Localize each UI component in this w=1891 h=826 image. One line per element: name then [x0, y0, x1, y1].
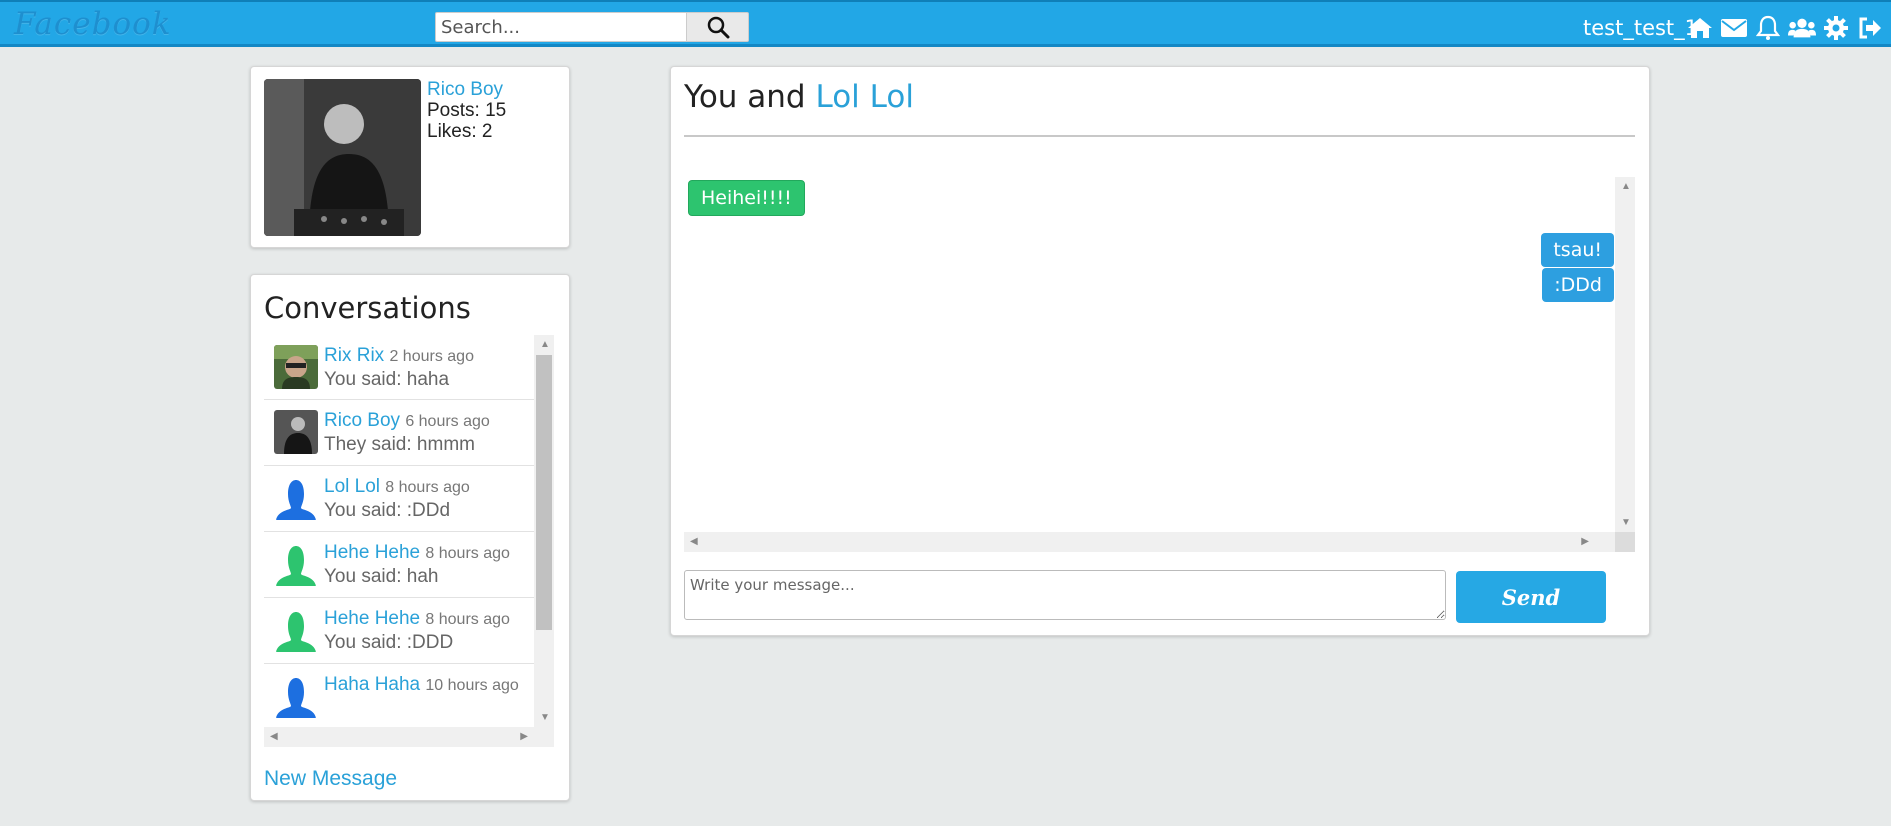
conversation-header: Lol Lol 8 hours ago	[324, 476, 470, 498]
envelope-icon[interactable]	[1720, 14, 1748, 42]
brand-logo[interactable]: Facebook	[14, 6, 172, 42]
incoming-message-bubble: Heihei!!!!	[688, 180, 805, 216]
scroll-corner	[1615, 532, 1635, 552]
profile-likes: Likes: 2	[427, 121, 493, 142]
scroll-up-arrow[interactable]: ▲	[540, 339, 550, 350]
conversations-card: Conversations Rix Rix 2 hours ago You sai…	[250, 274, 570, 801]
conversation-list[interactable]: Rix Rix 2 hours ago You said: haha Rico Bo…	[264, 335, 554, 747]
conversation-last-message: You said: hah	[324, 566, 439, 587]
conversation-time: 8 hours ago	[385, 479, 470, 496]
scroll-left-arrow[interactable]: ◀	[270, 731, 278, 742]
search-bar	[435, 12, 749, 42]
scroll-down-arrow[interactable]: ▼	[1621, 517, 1631, 528]
chat-title-prefix: You and	[684, 79, 806, 115]
avatar[interactable]	[274, 674, 318, 718]
conversation-item[interactable]: Rico Boy 6 hours ago They said: hmmm	[264, 400, 534, 466]
conversation-item[interactable]: Hehe Hehe 8 hours ago You said: :DDD	[264, 598, 534, 664]
conversation-last-message: They said: hmmm	[324, 434, 475, 455]
conversation-time: 8 hours ago	[425, 611, 510, 628]
message-area-hscroll[interactable]: ◀ ▶	[684, 532, 1615, 552]
scroll-right-arrow[interactable]: ▶	[1581, 536, 1589, 547]
profile-name[interactable]: Rico Boy	[427, 79, 506, 100]
conversation-name[interactable]: Rix Rix	[324, 345, 384, 366]
avatar[interactable]	[274, 608, 318, 652]
search-input[interactable]	[435, 12, 687, 42]
conversation-name[interactable]: Hehe Hehe	[324, 608, 420, 629]
conversation-header: Rico Boy 6 hours ago	[324, 410, 490, 432]
conversation-last-message: You said: haha	[324, 369, 450, 390]
conversation-time: 2 hours ago	[389, 348, 474, 365]
conversation-header: Hehe Hehe 8 hours ago	[324, 608, 510, 630]
scroll-thumb[interactable]	[536, 355, 552, 630]
outgoing-message-bubble: tsau!	[1541, 233, 1614, 267]
avatar[interactable]	[274, 410, 318, 454]
top-navbar: Facebook test_test_1	[0, 0, 1891, 47]
message-input[interactable]	[684, 570, 1446, 620]
chat-partner-name[interactable]: Lol Lol	[815, 79, 913, 115]
conversation-item[interactable]: Hehe Hehe 8 hours ago You said: hah	[264, 532, 534, 598]
profile-photo[interactable]	[264, 79, 421, 236]
chat-divider	[684, 135, 1635, 137]
conversation-name[interactable]: Hehe Hehe	[324, 542, 420, 563]
conversation-header: Rix Rix 2 hours ago	[324, 345, 474, 367]
profile-info: Rico Boy Posts: 15 Likes: 2	[427, 79, 506, 142]
conversation-name[interactable]: Lol Lol	[324, 476, 380, 497]
conversation-header: Hehe Hehe 8 hours ago	[324, 542, 510, 564]
conversation-item[interactable]: Rix Rix 2 hours ago You said: haha	[264, 335, 534, 400]
bell-icon[interactable]	[1754, 14, 1782, 42]
scroll-up-arrow[interactable]: ▲	[1621, 181, 1631, 192]
conversation-list-vscroll[interactable]: ▲ ▼	[534, 335, 554, 727]
conversation-time: 6 hours ago	[405, 413, 490, 430]
conversation-time: 10 hours ago	[425, 677, 519, 694]
conversation-last-message: You said: :DDd	[324, 500, 451, 521]
gear-icon[interactable]	[1822, 14, 1850, 42]
avatar[interactable]	[274, 476, 318, 520]
conversation-last-message: You said: :DDD	[324, 632, 454, 653]
conversation-item[interactable]: Haha Haha 10 hours ago	[264, 664, 534, 730]
chat-title: You and Lol Lol	[684, 79, 914, 115]
message-area-vscroll[interactable]: ▲ ▼	[1615, 177, 1635, 532]
conversation-header: Haha Haha 10 hours ago	[324, 674, 519, 696]
conversation-name[interactable]: Haha Haha	[324, 674, 420, 695]
search-button[interactable]	[687, 12, 749, 42]
outgoing-message-bubble: :DDd	[1542, 268, 1614, 302]
nav-icons	[1686, 14, 1884, 42]
conversation-name[interactable]: Rico Boy	[324, 410, 400, 431]
conversation-time: 8 hours ago	[425, 545, 510, 562]
scroll-down-arrow[interactable]: ▼	[540, 712, 550, 723]
search-icon	[707, 16, 729, 39]
conversation-list-hscroll[interactable]: ◀ ▶	[264, 727, 554, 747]
message-area[interactable]: Heihei!!!! tsau!:DDd ▲ ▼ ◀ ▶	[684, 177, 1635, 552]
avatar[interactable]	[274, 542, 318, 586]
chat-card: You and Lol Lol Heihei!!!! tsau!:DDd ▲ ▼ …	[670, 66, 1650, 636]
sign-out-icon[interactable]	[1856, 14, 1884, 42]
profile-posts: Posts: 15	[427, 100, 507, 121]
avatar[interactable]	[274, 345, 318, 389]
conversation-item[interactable]: Lol Lol 8 hours ago You said: :DDd	[264, 466, 534, 532]
username-link[interactable]: test_test_1	[1583, 16, 1698, 40]
users-icon[interactable]	[1788, 14, 1816, 42]
profile-card: Rico Boy Posts: 15 Likes: 2	[250, 66, 570, 248]
scroll-left-arrow[interactable]: ◀	[690, 536, 698, 547]
send-button[interactable]: Send	[1456, 571, 1606, 623]
new-message-link[interactable]: New Message	[264, 767, 397, 791]
home-icon[interactable]	[1686, 14, 1714, 42]
scroll-right-arrow[interactable]: ▶	[520, 731, 528, 742]
conversations-title: Conversations	[264, 291, 471, 325]
